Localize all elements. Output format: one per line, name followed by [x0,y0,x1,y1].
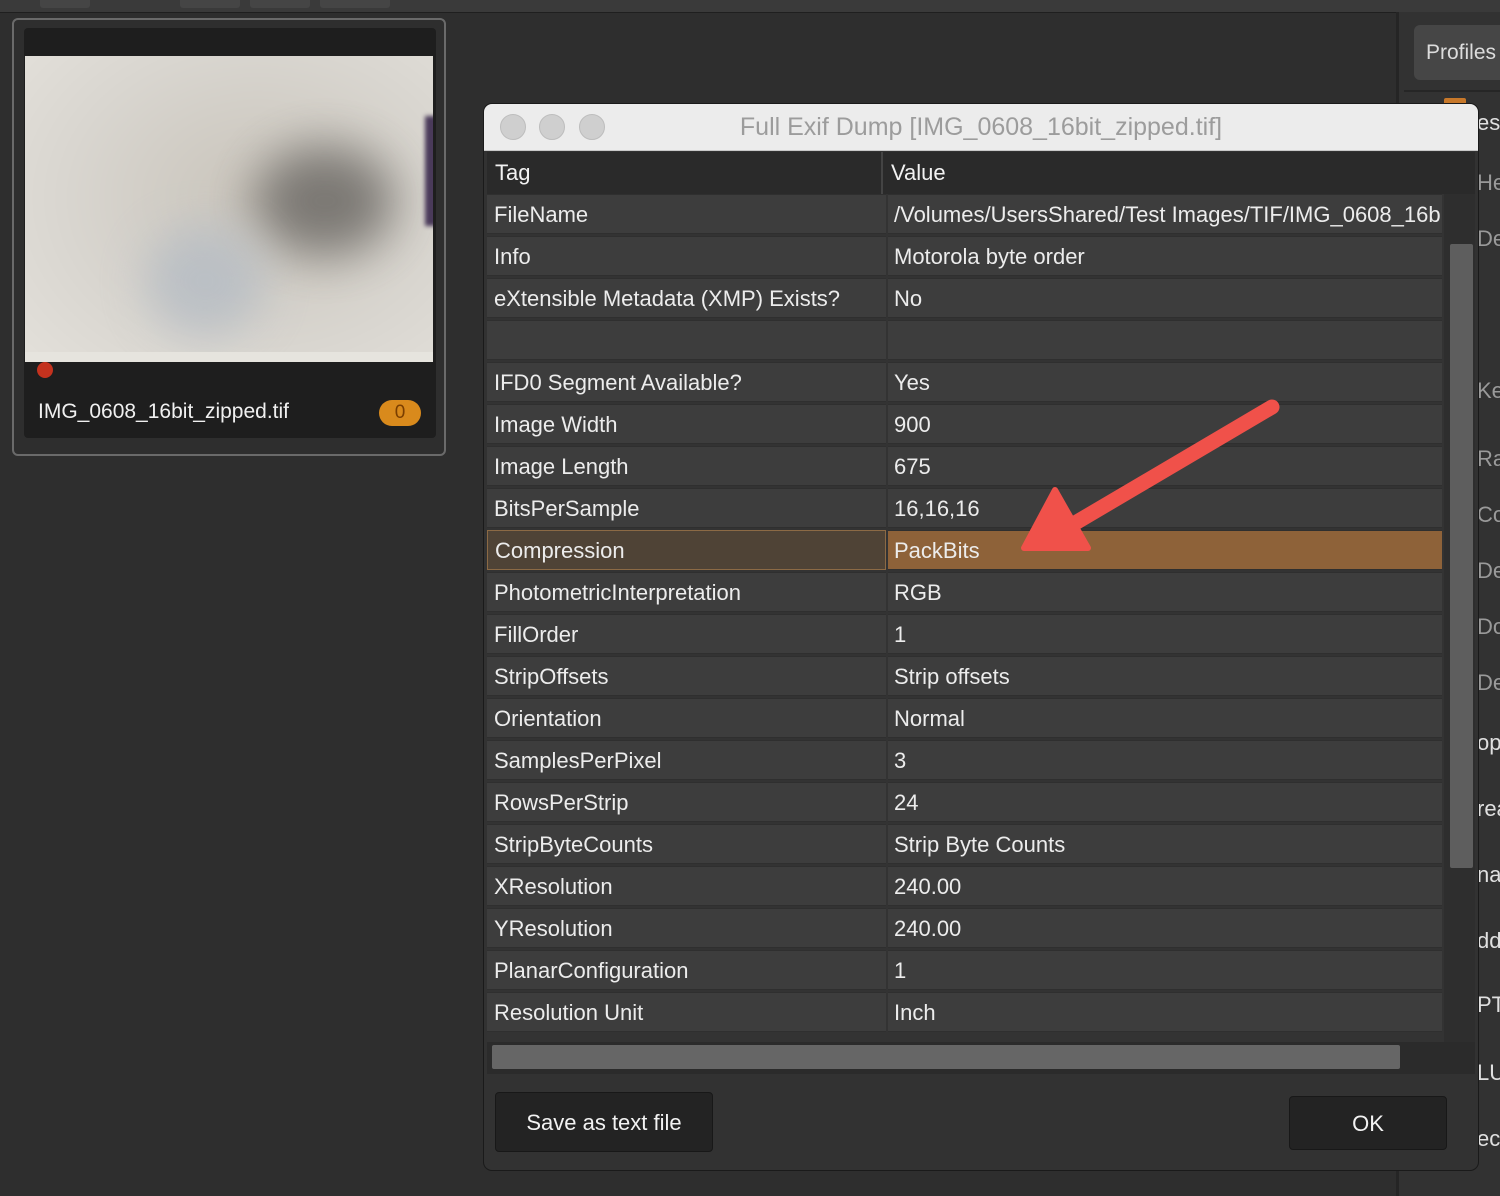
table-row[interactable]: XResolution 240.00 [487,866,1442,908]
toolbar-tab[interactable] [320,0,390,8]
right-panel-separator [1404,90,1500,92]
tag-cell: IFD0 Segment Available? [487,362,886,402]
right-panel-label[interactable]: Do [1477,614,1500,640]
profiles-button[interactable]: Profiles [1414,25,1500,80]
value-cell: 675 [888,446,1442,486]
value-cell: 240.00 [888,908,1442,948]
tag-cell: YResolution [487,908,886,948]
dialog-titlebar[interactable]: Full Exif Dump [IMG_0608_16bit_zipped.ti… [484,104,1478,151]
table-body: FileName/Volumes/UsersShared/Test Images… [487,194,1442,1034]
ok-button[interactable]: OK [1289,1096,1447,1150]
value-cell: Yes [888,362,1442,402]
right-panel-label[interactable]: PTC [1477,992,1500,1018]
right-panel-label[interactable]: LU [1477,1060,1500,1086]
table-row[interactable]: FillOrder 1 [487,614,1442,656]
tag-cell: StripOffsets [487,656,886,696]
table-row[interactable]: Compression PackBits [487,530,1442,572]
right-panel-label[interactable]: De [1477,226,1500,252]
toolbar-tab[interactable] [40,0,90,8]
value-cell: 1 [888,614,1442,654]
tag-cell: RowsPerStrip [487,782,886,822]
right-panel-label[interactable]: dd [1477,928,1500,954]
value-cell: 1 [888,950,1442,990]
value-cell: 240.00 [888,866,1442,906]
tag-cell: eXtensible Metadata (XMP) Exists? [487,278,886,318]
tag-cell [487,320,886,360]
tag-cell: Image Length [487,446,886,486]
tag-cell: BitsPerSample [487,488,886,528]
value-cell: 3 [888,740,1442,780]
value-cell: 16,16,16 [888,488,1442,528]
value-cell [888,320,1442,360]
value-cell: PackBits [888,530,1442,570]
table-row[interactable]: IFD0 Segment Available? Yes [487,362,1442,404]
table-row[interactable]: Image Width 900 [487,404,1442,446]
tag-cell: PlanarConfiguration [487,950,886,990]
right-panel-label[interactable]: ech [1477,1126,1500,1152]
table-row[interactable]: Info Motorola byte order [487,236,1442,278]
toolbar-tab[interactable] [180,0,240,8]
table-row[interactable]: PhotometricInterpretation RGB [487,572,1442,614]
right-panel-label[interactable]: es [1477,110,1500,136]
right-panel-label[interactable]: nag [1477,862,1500,888]
tag-cell: FillOrder [487,614,886,654]
table-row[interactable]: YResolution 240.00 [487,908,1442,950]
value-cell: Inch [888,992,1442,1032]
tag-cell: Info [487,236,886,276]
table-header: Tag Value [487,152,1475,194]
thumbnail-image[interactable] [25,56,433,362]
rating-badge[interactable]: 0 [379,400,421,426]
right-panel-label[interactable]: He [1477,170,1500,196]
right-panel-label[interactable]: Co [1477,502,1500,528]
value-cell: /Volumes/UsersShared/Test Images/TIF/IMG… [888,194,1442,234]
save-as-text-file-button[interactable]: Save as text file [495,1092,713,1152]
right-panel-label[interactable]: rea [1477,796,1500,822]
column-header-tag[interactable]: Tag [491,152,883,194]
tag-cell: FileName [487,194,886,234]
right-panel-label[interactable]: Ke [1477,378,1500,404]
table-row[interactable]: StripOffsets Strip offsets [487,656,1442,698]
table-row[interactable]: Image Length 675 [487,446,1442,488]
column-header-value[interactable]: Value [885,152,1473,194]
thumbnail-filename: IMG_0608_16bit_zipped.tif [38,400,290,423]
right-panel-label[interactable]: Ra [1477,446,1500,472]
tag-cell: SamplesPerPixel [487,740,886,780]
tag-cell: StripByteCounts [487,824,886,864]
value-cell: Normal [888,698,1442,738]
toolbar-tab[interactable] [250,0,310,8]
value-cell: Strip offsets [888,656,1442,696]
value-cell: 24 [888,782,1442,822]
table-row[interactable]: SamplesPerPixel 3 [487,740,1442,782]
tag-cell: Resolution Unit [487,992,886,1032]
table-row[interactable]: Resolution Unit Inch [487,992,1442,1034]
exif-dump-dialog: Full Exif Dump [IMG_0608_16bit_zipped.ti… [484,104,1478,1170]
table-row[interactable]: eXtensible Metadata (XMP) Exists? No [487,278,1442,320]
right-panel-label[interactable]: op [1477,730,1500,756]
dialog-title: Full Exif Dump [IMG_0608_16bit_zipped.ti… [739,113,1223,141]
value-cell: Motorola byte order [888,236,1442,276]
table-row[interactable]: BitsPerSample 16,16,16 [487,488,1442,530]
tag-cell: Image Width [487,404,886,444]
table-row[interactable]: StripByteCounts Strip Byte Counts [487,824,1442,866]
tag-cell: XResolution [487,866,886,906]
table-row[interactable]: RowsPerStrip 24 [487,782,1442,824]
table-row[interactable]: FileName/Volumes/UsersShared/Test Images… [487,194,1442,236]
color-label-dot [37,362,53,378]
table-row[interactable] [487,320,1442,362]
exif-table: Tag Value FileName/Volumes/UsersShared/T… [487,152,1475,1074]
tag-cell: PhotometricInterpretation [487,572,886,612]
right-panel-label[interactable]: De [1477,558,1500,584]
vertical-scrollbar-thumb[interactable] [1450,244,1473,868]
value-cell: Strip Byte Counts [888,824,1442,864]
value-cell: No [888,278,1442,318]
value-cell: RGB [888,572,1442,612]
horizontal-scrollbar-thumb[interactable] [492,1045,1400,1069]
table-row[interactable]: PlanarConfiguration 1 [487,950,1442,992]
right-panel-label[interactable]: De [1477,670,1500,696]
tag-cell: Orientation [487,698,886,738]
tag-cell: Compression [487,530,886,570]
value-cell: 900 [888,404,1442,444]
table-row[interactable]: Orientation Normal [487,698,1442,740]
top-toolbar [0,0,1500,13]
